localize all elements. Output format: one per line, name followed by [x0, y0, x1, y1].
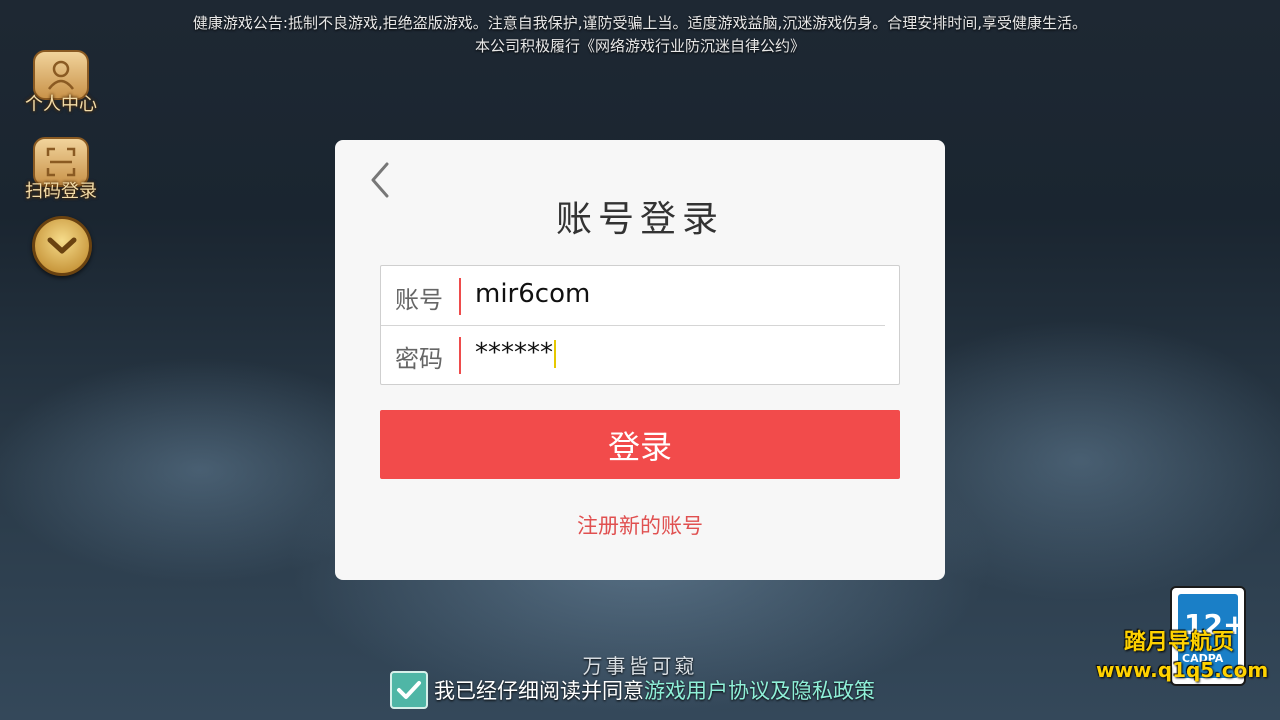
watermark-title: 踏月导航页 [1124, 630, 1235, 655]
text-caret [554, 339, 556, 368]
field-divider [459, 278, 461, 315]
login-panel: 账号登录 账号 mir6com 密码 ****** 登录 注册新的账号 [335, 140, 945, 580]
scan-login-label: 扫码登录 [25, 181, 97, 202]
agreement-checkbox[interactable] [390, 671, 428, 709]
watermark-url: www.q1q5.com [1096, 658, 1269, 682]
check-icon [397, 681, 421, 699]
profile-label: 个人中心 [25, 94, 97, 115]
password-label: 密码 [395, 345, 443, 373]
chevron-down-icon [47, 237, 77, 254]
agreement-row: 我已经仔细阅读并同意 游戏用户协议及隐私政策 [390, 671, 875, 709]
account-input[interactable]: mir6com [475, 279, 590, 309]
password-input[interactable]: ****** [475, 338, 556, 368]
password-field[interactable]: 密码 ****** [381, 325, 899, 384]
page-title: 账号登录 [555, 199, 724, 240]
password-value: ****** [475, 338, 553, 368]
health-notice-line1: 健康游戏公告:抵制不良游戏,拒绝盗版游戏。注意自我保护,谨防受骗上当。适度游戏益… [192, 14, 1088, 32]
expand-menu-button[interactable] [32, 216, 92, 276]
account-label: 账号 [395, 286, 443, 314]
register-link[interactable]: 注册新的账号 [335, 510, 945, 540]
health-notice-line2: 本公司积极履行《网络游戏行业防沉迷自律公约》 [474, 37, 805, 55]
health-notice: 健康游戏公告:抵制不良游戏,拒绝盗版游戏。注意自我保护,谨防受骗上当。适度游戏益… [0, 12, 1280, 58]
profile-button[interactable]: 个人中心 [18, 50, 104, 116]
agreement-text: 我已经仔细阅读并同意 [434, 679, 644, 703]
field-divider [459, 337, 461, 374]
account-field[interactable]: 账号 mir6com [381, 266, 899, 325]
agreement-link[interactable]: 游戏用户协议及隐私政策 [644, 675, 875, 705]
login-button[interactable]: 登录 [380, 410, 900, 479]
scan-login-button[interactable]: 扫码登录 [18, 137, 104, 203]
login-form: 账号 mir6com 密码 ****** [380, 265, 900, 385]
